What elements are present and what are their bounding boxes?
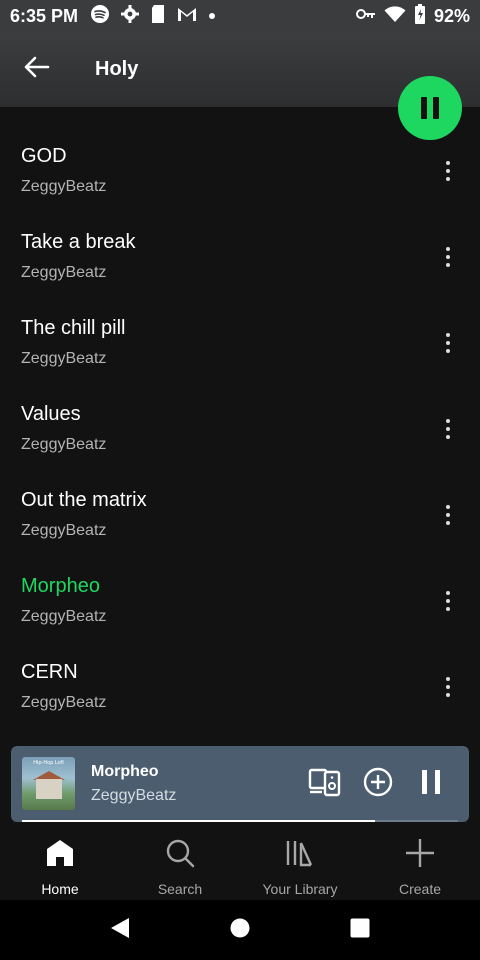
track-artist: ZeggyBeatz — [21, 694, 107, 711]
more-options-icon[interactable] — [428, 237, 468, 277]
track-title: Take a break — [21, 231, 136, 253]
system-recents-button[interactable] — [300, 900, 420, 960]
status-bar: 6:35 PM 92% — [0, 0, 480, 32]
pause-button[interactable] — [398, 76, 462, 140]
mini-pause-button[interactable] — [413, 766, 449, 802]
vpn-key-icon — [355, 7, 376, 26]
more-options-icon[interactable] — [428, 667, 468, 707]
nav-library[interactable]: Your Library — [240, 822, 360, 900]
status-time: 6:35 PM — [10, 5, 79, 26]
circle-home-icon — [229, 917, 251, 944]
wifi-icon — [384, 5, 406, 28]
more-options-icon[interactable] — [428, 323, 468, 363]
track-row[interactable]: Take a break ZeggyBeatz — [0, 193, 480, 281]
add-to-library-button[interactable] — [360, 766, 396, 802]
page-title: Holy — [95, 58, 139, 80]
home-icon — [45, 838, 75, 873]
track-title: GOD — [21, 145, 67, 167]
bottom-nav: Home Search Your Library Create — [0, 822, 480, 900]
album-art-text: Hip-Hop Lofi — [33, 760, 64, 766]
track-title: Values — [21, 403, 81, 425]
pause-icon — [419, 769, 443, 800]
track-row-playing[interactable]: Morpheo ZeggyBeatz — [0, 537, 480, 625]
more-options-icon[interactable] — [428, 581, 468, 621]
system-home-button[interactable] — [180, 900, 300, 960]
nav-home[interactable]: Home — [0, 822, 120, 900]
plus-icon — [405, 838, 435, 873]
nav-label: Home — [41, 881, 79, 897]
more-options-icon[interactable] — [428, 409, 468, 449]
now-playing-artist: ZeggyBeatz — [91, 787, 177, 804]
devices-icon — [308, 767, 342, 802]
pause-icon-bar — [433, 97, 439, 119]
battery-percent: 92% — [433, 5, 470, 26]
track-row[interactable]: CERN ZeggyBeatz — [0, 623, 480, 711]
nav-create[interactable]: Create — [360, 822, 480, 900]
dot-icon — [208, 7, 216, 25]
back-button[interactable] — [0, 32, 72, 107]
nav-search[interactable]: Search — [120, 822, 240, 900]
triangle-back-icon — [109, 917, 131, 944]
system-nav-bar — [0, 900, 480, 960]
plus-circle-icon — [363, 767, 393, 802]
gmail-icon — [176, 5, 198, 28]
square-recents-icon — [349, 917, 371, 944]
nav-label: Create — [398, 881, 442, 897]
more-options-icon[interactable] — [428, 495, 468, 535]
search-icon — [165, 838, 195, 873]
gear-icon — [120, 4, 140, 29]
track-list: GOD ZeggyBeatz Take a break ZeggyBeatz T… — [0, 107, 480, 711]
album-art: Hip-Hop Lofi — [22, 757, 75, 810]
track-title: CERN — [21, 661, 78, 683]
nav-label: Your Library — [262, 881, 338, 897]
track-row[interactable]: Out the matrix ZeggyBeatz — [0, 451, 480, 539]
nav-label: Search — [157, 881, 203, 897]
pause-icon — [421, 97, 427, 119]
track-row[interactable]: Values ZeggyBeatz — [0, 365, 480, 453]
track-title: Out the matrix — [21, 489, 147, 511]
track-title: The chill pill — [21, 317, 126, 339]
more-options-icon[interactable] — [428, 151, 468, 191]
now-playing-title: Morpheo — [91, 763, 159, 780]
library-icon — [285, 838, 315, 873]
system-back-button[interactable] — [60, 900, 180, 960]
track-row[interactable]: The chill pill ZeggyBeatz — [0, 279, 480, 367]
arrow-left-icon — [22, 55, 50, 84]
battery-icon — [414, 3, 426, 29]
connect-device-button[interactable] — [307, 766, 343, 802]
sd-card-icon — [150, 4, 166, 29]
track-title: Morpheo — [21, 575, 100, 597]
mini-player[interactable]: Hip-Hop Lofi Morpheo ZeggyBeatz — [11, 746, 469, 822]
spotify-icon — [90, 4, 110, 29]
